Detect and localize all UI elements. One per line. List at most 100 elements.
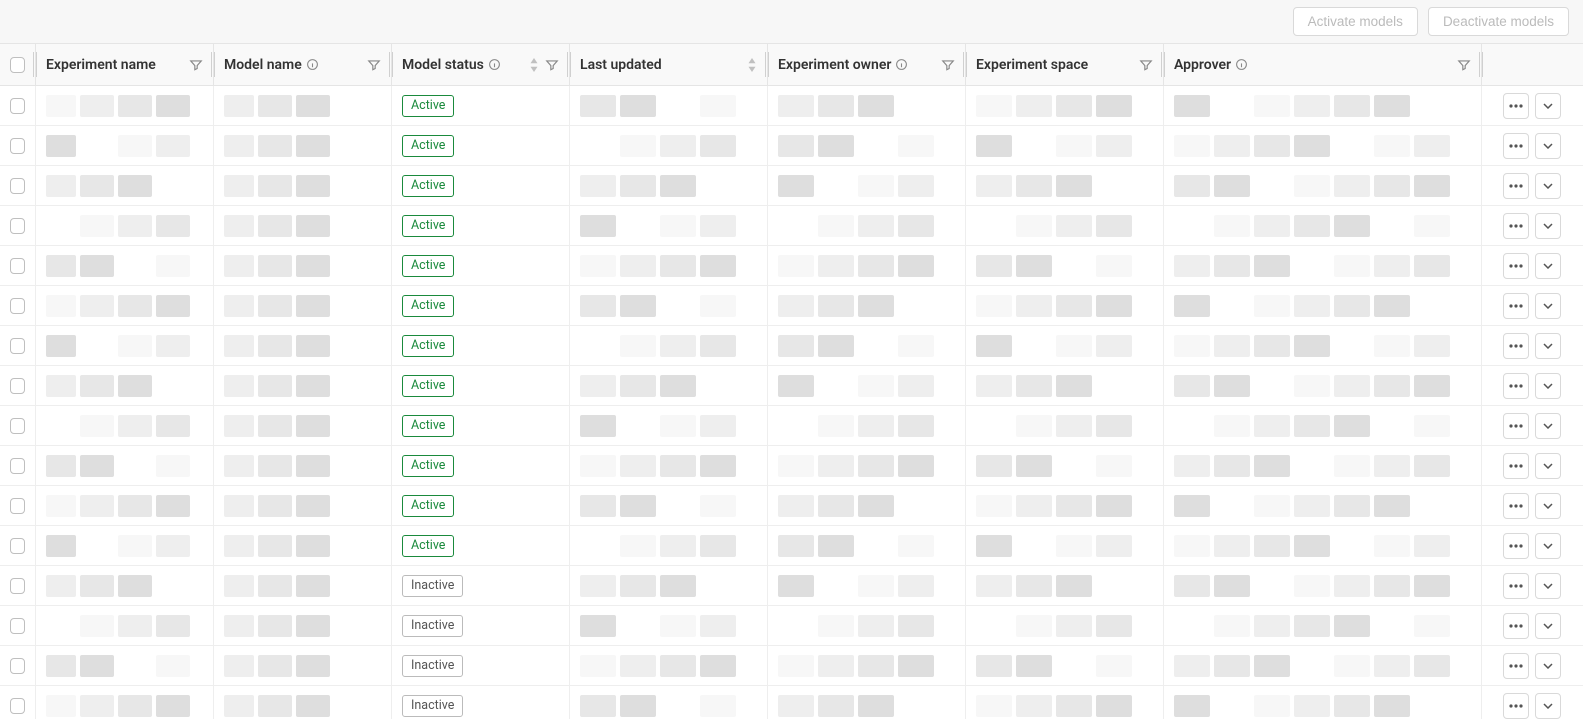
row-checkbox[interactable] bbox=[10, 378, 25, 394]
header-last-updated[interactable]: Last updated bbox=[570, 44, 768, 85]
expand-row-button[interactable] bbox=[1535, 653, 1561, 679]
header-experiment-name[interactable]: Experiment name bbox=[36, 44, 214, 85]
row-checkbox[interactable] bbox=[10, 338, 25, 354]
expand-row-button[interactable] bbox=[1535, 613, 1561, 639]
more-actions-button[interactable] bbox=[1503, 573, 1529, 599]
filter-icon[interactable] bbox=[1139, 58, 1153, 72]
more-actions-button[interactable] bbox=[1503, 93, 1529, 119]
more-actions-button[interactable] bbox=[1503, 653, 1529, 679]
row-actions bbox=[1482, 206, 1582, 245]
row-checkbox[interactable] bbox=[10, 578, 25, 594]
expand-row-button[interactable] bbox=[1535, 293, 1561, 319]
more-actions-button[interactable] bbox=[1503, 613, 1529, 639]
more-actions-button[interactable] bbox=[1503, 693, 1529, 719]
row-checkbox[interactable] bbox=[10, 298, 25, 314]
more-actions-button[interactable] bbox=[1503, 253, 1529, 279]
row-checkbox[interactable] bbox=[10, 618, 25, 634]
row-actions bbox=[1482, 646, 1582, 685]
row-actions bbox=[1482, 86, 1582, 125]
more-actions-button[interactable] bbox=[1503, 333, 1529, 359]
header-label: Model status bbox=[402, 57, 484, 73]
model-status-cell: Active bbox=[392, 286, 570, 325]
expand-row-button[interactable] bbox=[1535, 373, 1561, 399]
expand-row-button[interactable] bbox=[1535, 413, 1561, 439]
info-icon[interactable] bbox=[306, 58, 319, 71]
model-status-cell: Active bbox=[392, 86, 570, 125]
status-badge: Active bbox=[402, 135, 454, 157]
header-model-name[interactable]: Model name bbox=[214, 44, 392, 85]
row-actions bbox=[1482, 126, 1582, 165]
expand-row-button[interactable] bbox=[1535, 133, 1561, 159]
row-actions bbox=[1482, 406, 1582, 445]
redacted-cell bbox=[768, 246, 966, 285]
expand-row-button[interactable] bbox=[1535, 533, 1561, 559]
more-actions-button[interactable] bbox=[1503, 493, 1529, 519]
activate-models-button[interactable]: Activate models bbox=[1293, 7, 1418, 36]
table-row: Inactive bbox=[0, 646, 1583, 686]
header-label: Model name bbox=[224, 57, 302, 73]
row-checkbox[interactable] bbox=[10, 98, 25, 114]
filter-icon[interactable] bbox=[1457, 58, 1471, 72]
row-checkbox[interactable] bbox=[10, 658, 25, 674]
redacted-cell bbox=[214, 326, 392, 365]
redacted-cell bbox=[214, 206, 392, 245]
select-all-checkbox[interactable] bbox=[10, 57, 25, 73]
more-actions-button[interactable] bbox=[1503, 453, 1529, 479]
redacted-cell bbox=[768, 406, 966, 445]
row-checkbox[interactable] bbox=[10, 218, 25, 234]
sort-icon[interactable] bbox=[747, 58, 757, 72]
redacted-cell bbox=[214, 366, 392, 405]
info-icon[interactable] bbox=[488, 58, 501, 71]
row-checkbox[interactable] bbox=[10, 178, 25, 194]
more-actions-button[interactable] bbox=[1503, 293, 1529, 319]
redacted-cell bbox=[1164, 366, 1482, 405]
row-checkbox[interactable] bbox=[10, 538, 25, 554]
expand-row-button[interactable] bbox=[1535, 493, 1561, 519]
row-checkbox[interactable] bbox=[10, 138, 25, 154]
model-status-cell: Active bbox=[392, 406, 570, 445]
filter-icon[interactable] bbox=[545, 58, 559, 72]
table-row: Active bbox=[0, 206, 1583, 246]
redacted-cell bbox=[768, 446, 966, 485]
more-actions-button[interactable] bbox=[1503, 413, 1529, 439]
filter-icon[interactable] bbox=[367, 58, 381, 72]
row-checkbox[interactable] bbox=[10, 458, 25, 474]
expand-row-button[interactable] bbox=[1535, 693, 1561, 719]
expand-row-button[interactable] bbox=[1535, 333, 1561, 359]
row-checkbox-cell bbox=[0, 446, 36, 485]
filter-icon[interactable] bbox=[189, 58, 203, 72]
info-icon[interactable] bbox=[895, 58, 908, 71]
redacted-cell bbox=[214, 446, 392, 485]
more-actions-button[interactable] bbox=[1503, 133, 1529, 159]
expand-row-button[interactable] bbox=[1535, 213, 1561, 239]
info-icon[interactable] bbox=[1235, 58, 1248, 71]
expand-row-button[interactable] bbox=[1535, 453, 1561, 479]
header-model-status[interactable]: Model status bbox=[392, 44, 570, 85]
redacted-cell bbox=[570, 406, 768, 445]
sort-icon[interactable] bbox=[529, 58, 539, 72]
more-actions-button[interactable] bbox=[1503, 173, 1529, 199]
table-toolbar: Activate models Deactivate models bbox=[0, 0, 1583, 44]
expand-row-button[interactable] bbox=[1535, 573, 1561, 599]
filter-icon[interactable] bbox=[941, 58, 955, 72]
redacted-cell bbox=[966, 126, 1164, 165]
header-label: Approver bbox=[1174, 57, 1231, 73]
deactivate-models-button[interactable]: Deactivate models bbox=[1428, 7, 1569, 36]
row-checkbox[interactable] bbox=[10, 498, 25, 514]
more-actions-button[interactable] bbox=[1503, 213, 1529, 239]
row-checkbox-cell bbox=[0, 166, 36, 205]
expand-row-button[interactable] bbox=[1535, 173, 1561, 199]
redacted-cell bbox=[214, 126, 392, 165]
header-experiment-space[interactable]: Experiment space bbox=[966, 44, 1164, 85]
row-checkbox[interactable] bbox=[10, 698, 25, 714]
expand-row-button[interactable] bbox=[1535, 93, 1561, 119]
header-experiment-owner[interactable]: Experiment owner bbox=[768, 44, 966, 85]
more-actions-button[interactable] bbox=[1503, 373, 1529, 399]
row-checkbox[interactable] bbox=[10, 418, 25, 434]
redacted-cell bbox=[966, 526, 1164, 565]
row-checkbox[interactable] bbox=[10, 258, 25, 274]
more-actions-button[interactable] bbox=[1503, 533, 1529, 559]
header-approver[interactable]: Approver bbox=[1164, 44, 1482, 85]
expand-row-button[interactable] bbox=[1535, 253, 1561, 279]
redacted-cell bbox=[768, 366, 966, 405]
